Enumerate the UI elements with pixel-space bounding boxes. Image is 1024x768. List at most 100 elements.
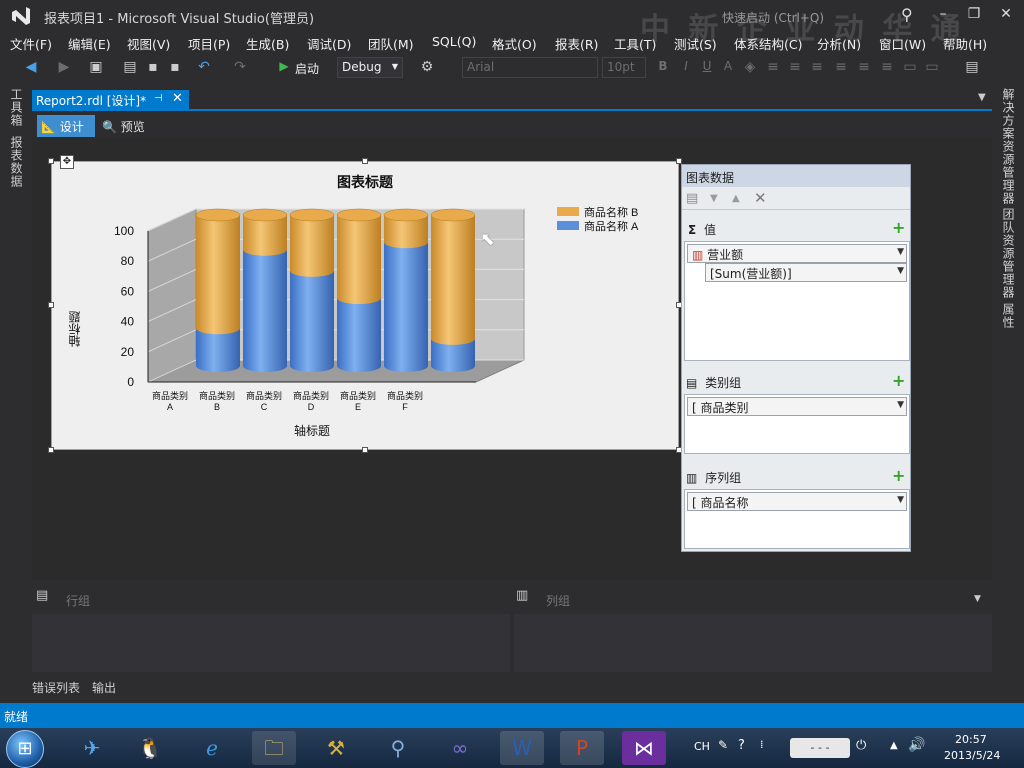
chevron-down-icon[interactable]: ▼ xyxy=(897,495,904,505)
menu-sql[interactable]: SQL(Q) xyxy=(432,34,476,49)
bar-segment[interactable] xyxy=(337,215,381,299)
bar-segment[interactable] xyxy=(243,249,287,366)
series-field-box[interactable]: [ 商品名称 ▼ xyxy=(684,489,910,549)
bar-segment[interactable] xyxy=(337,298,381,366)
taskbar-bird-app-icon[interactable]: ✈ xyxy=(70,731,114,765)
category-field-box[interactable]: [ 商品类别 ▼ xyxy=(684,394,910,454)
clock-time[interactable]: 20:57 xyxy=(955,733,987,746)
redo-icon[interactable]: ↷ xyxy=(232,59,248,77)
menu-analyze[interactable]: 分析(N) xyxy=(817,34,861,53)
solution-explorer-tab[interactable]: 解决方案资源管理器 xyxy=(1000,88,1017,205)
resize-handle-nw[interactable] xyxy=(48,158,54,164)
border-style-icon[interactable]: ▭ xyxy=(924,59,940,77)
chevron-down-icon[interactable]: ▼ xyxy=(897,266,904,276)
value-field-row[interactable]: ▥ 营业额 ▼ xyxy=(687,244,907,263)
open-file-icon[interactable]: ▤ xyxy=(122,59,138,77)
power-plug-icon[interactable]: ⏻ xyxy=(856,738,866,753)
value-expression-row[interactable]: [Sum(营业额)] ▼ xyxy=(705,263,907,282)
column-groups-area[interactable] xyxy=(514,614,992,672)
design-view-button[interactable]: 📐 设计 xyxy=(37,115,95,137)
chart-legend[interactable]: 商品名称 B商品名称 A xyxy=(557,205,639,233)
input-language-indicator[interactable]: CH xyxy=(694,740,710,753)
close-icon[interactable]: ✕ xyxy=(172,91,183,106)
start-button-icon[interactable]: ⊞ xyxy=(6,730,44,768)
category-field-row[interactable]: [ 商品类别 ▼ xyxy=(687,397,907,416)
align-center-icon[interactable]: ≡ xyxy=(787,59,803,77)
bar-segment[interactable] xyxy=(290,270,334,366)
new-project-icon[interactable]: ▣ xyxy=(88,59,104,77)
visual-studio-logo-icon[interactable] xyxy=(10,5,32,27)
align-left-icon[interactable]: ≡ xyxy=(765,59,781,77)
menu-architecture[interactable]: 体系结构(C) xyxy=(734,34,802,53)
add-series-plus-icon[interactable]: + xyxy=(892,466,905,485)
bar-segment[interactable] xyxy=(431,215,475,339)
menu-build[interactable]: 生成(B) xyxy=(246,34,289,53)
series-field-row[interactable]: [ 商品名称 ▼ xyxy=(687,492,907,511)
border-icon[interactable]: ▭ xyxy=(902,59,918,77)
save-all-icon[interactable]: ▪ xyxy=(166,59,184,77)
report-properties-icon[interactable]: ▤ xyxy=(964,59,980,77)
taskbar-infinity-icon[interactable]: ∞ xyxy=(438,731,482,765)
chart-report-item[interactable]: 0 20 40 60 80 100 商品类别 A 商品类别 B 商品类别 C 商品类别 D 商品类别 E 商品类… xyxy=(51,161,679,450)
solution-config-dropdown[interactable]: Debug ▼ xyxy=(337,57,403,78)
menu-tools[interactable]: 工具(T) xyxy=(614,34,656,53)
align-middle-icon[interactable]: ≡ xyxy=(856,59,872,77)
undo-icon[interactable]: ↶ xyxy=(196,59,212,77)
help-icon[interactable]: ? xyxy=(738,738,745,753)
resize-handle-s[interactable] xyxy=(362,447,368,453)
bar-segment[interactable] xyxy=(384,242,428,366)
quick-launch-input[interactable]: 快速启动 (Ctrl+Q) xyxy=(722,9,824,26)
menu-format[interactable]: 格式(O) xyxy=(492,34,537,53)
tab-list-chevron-icon[interactable]: ▼ xyxy=(978,92,986,103)
values-field-box[interactable]: ▥ 营业额 ▼ [Sum(营业额)] ▼ xyxy=(684,241,910,361)
report-data-tab[interactable]: 报表数据 xyxy=(8,136,25,188)
legend-entry[interactable]: 商品名称 A xyxy=(584,219,639,233)
preview-view-button[interactable]: 🔍 预览 xyxy=(100,115,147,138)
taskbar-ie-icon[interactable]: ℯ xyxy=(190,731,234,765)
document-tab[interactable]: Report2.rdl [设计]* ⊣ ✕ xyxy=(32,90,189,110)
menu-report[interactable]: 报表(R) xyxy=(555,34,598,53)
menu-team[interactable]: 团队(M) xyxy=(368,34,414,53)
resize-handle-w[interactable] xyxy=(48,302,54,308)
font-family-dropdown[interactable]: Arial xyxy=(462,57,598,78)
back-icon[interactable]: ◀ xyxy=(22,59,40,77)
taskbar-word-icon[interactable]: W xyxy=(500,731,544,765)
volume-icon[interactable]: 🔊 xyxy=(908,737,925,753)
font-size-dropdown[interactable]: 10pt xyxy=(602,57,646,78)
resize-handle-sw[interactable] xyxy=(48,447,54,453)
legend-swatch[interactable] xyxy=(557,221,579,230)
legend-swatch[interactable] xyxy=(557,207,579,216)
y-axis-title[interactable]: 轴标题 xyxy=(66,287,96,347)
save-icon[interactable]: ▪ xyxy=(145,59,161,77)
team-explorer-tab[interactable]: 团队资源管理器 xyxy=(1000,208,1017,299)
menu-test[interactable]: 测试(S) xyxy=(674,34,717,53)
start-button[interactable]: 启动 xyxy=(295,60,319,77)
bar-segment[interactable] xyxy=(290,215,334,271)
align-right-icon[interactable]: ≡ xyxy=(809,59,825,77)
show-hidden-icons-icon[interactable]: ▲ xyxy=(890,740,898,751)
italic-button[interactable]: I xyxy=(679,59,693,77)
move-up-icon[interactable]: ▲ xyxy=(732,193,740,204)
taskbar-powerpoint-icon[interactable]: P xyxy=(560,731,604,765)
resize-handle-n[interactable] xyxy=(362,158,368,164)
delete-icon[interactable]: ✕ xyxy=(754,189,767,207)
x-axis-title[interactable]: 轴标题 xyxy=(52,422,572,439)
move-handle-icon[interactable]: ✥ xyxy=(60,155,74,169)
find-icon[interactable]: ⚙ xyxy=(418,59,436,77)
menu-file[interactable]: 文件(F) xyxy=(10,34,52,53)
menu-project[interactable]: 项目(P) xyxy=(188,34,230,53)
ime-input-box[interactable]: - - - xyxy=(790,738,850,758)
error-list-tab[interactable]: 错误列表 xyxy=(32,679,80,696)
bar-segment[interactable] xyxy=(196,215,240,329)
add-category-plus-icon[interactable]: + xyxy=(892,371,905,390)
ime-options-icon[interactable]: ⁞ xyxy=(760,738,764,751)
chevron-down-icon[interactable]: ▼ xyxy=(897,400,904,410)
forward-icon[interactable]: ▶ xyxy=(56,59,72,77)
row-groups-area[interactable] xyxy=(32,614,510,672)
add-value-plus-icon[interactable]: + xyxy=(892,218,905,237)
toolbox-tab[interactable]: 工具箱 xyxy=(8,88,25,127)
font-color-icon[interactable]: A xyxy=(720,59,736,77)
search-icon[interactable]: ⚲ xyxy=(901,5,913,24)
move-down-icon[interactable]: ▼ xyxy=(710,193,718,204)
legend-entry[interactable]: 商品名称 B xyxy=(584,205,638,219)
